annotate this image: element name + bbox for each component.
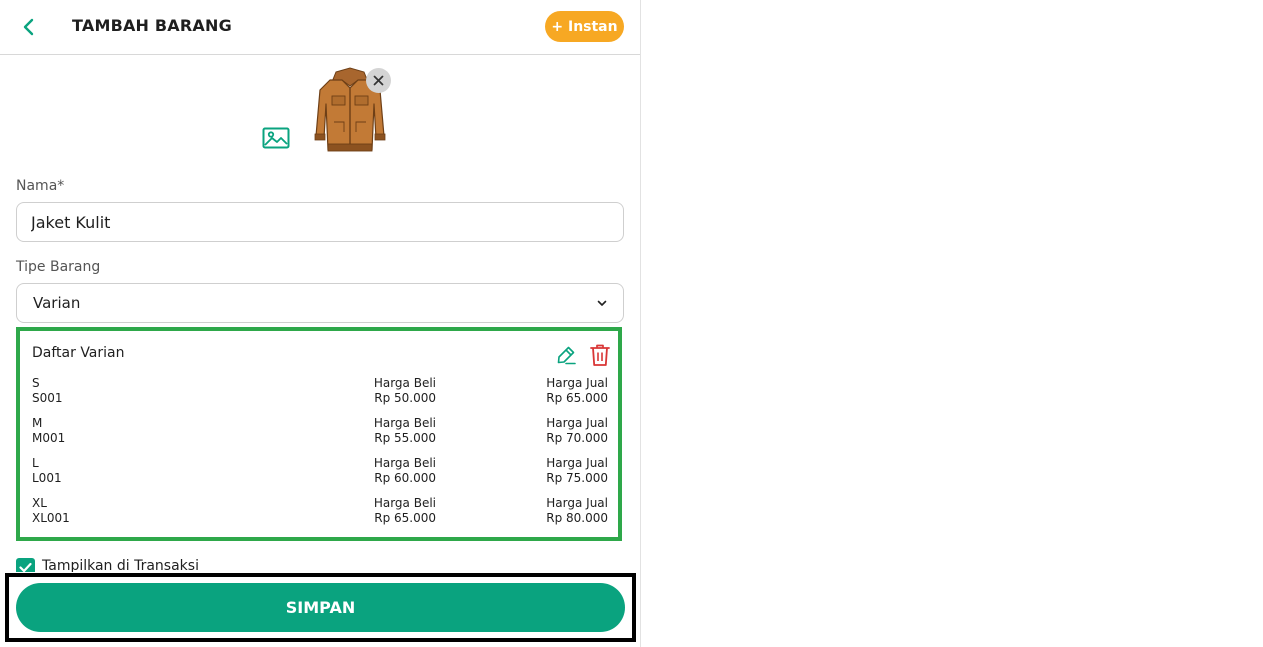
checkmark-icon (19, 562, 32, 572)
app-panel: TAMBAH BARANG + Instan Nama* Tipe Barang… (0, 0, 641, 647)
page-title: TAMBAH BARANG (72, 16, 232, 35)
variant-row[interactable]: XL XL001 Harga Beli Rp 65.000 Harga Jual… (32, 496, 608, 528)
variant-buy-cell: Harga Beli Rp 55.000 (374, 416, 436, 446)
variant-sku: M001 (32, 431, 66, 445)
variant-row[interactable]: M M001 Harga Beli Rp 55.000 Harga Jual R… (32, 416, 608, 448)
item-type-label: Tipe Barang (16, 259, 101, 275)
sell-price-value: Rp 80.000 (546, 511, 608, 525)
variant-list-panel: Daftar Varian S S001 Harga Beli Rp 50.00… (16, 327, 622, 541)
sell-price-label: Harga Jual (546, 496, 608, 510)
name-input[interactable] (16, 202, 624, 242)
chevron-left-icon (23, 18, 34, 36)
buy-price-label: Harga Beli (373, 456, 436, 470)
buy-price-value: Rp 60.000 (374, 471, 436, 485)
name-label: Nama* (16, 178, 65, 194)
variant-sell-cell: Harga Jual Rp 75.000 (546, 456, 608, 486)
item-type-select[interactable]: Varian (16, 283, 624, 323)
variant-buy-cell: Harga Beli Rp 50.000 (374, 376, 436, 406)
variant-sell-cell: Harga Jual Rp 70.000 (546, 416, 608, 446)
variant-name: L (32, 456, 39, 470)
instan-button[interactable]: + Instan (545, 11, 624, 42)
variant-sku: L001 (32, 471, 62, 485)
variant-sell-cell: Harga Jual Rp 80.000 (546, 496, 608, 526)
sell-price-label: Harga Jual (546, 376, 608, 390)
variant-sku: S001 (32, 391, 63, 405)
buy-price-label: Harga Beli (373, 416, 436, 430)
variant-row[interactable]: L L001 Harga Beli Rp 60.000 Harga Jual R… (32, 456, 608, 488)
sell-price-value: Rp 70.000 (546, 431, 608, 445)
variant-name: M (32, 416, 43, 430)
variant-name-cell: M M001 (32, 416, 65, 446)
sell-price-label: Harga Jual (546, 416, 608, 430)
show-in-transaction-label: Tampilkan di Transaksi (42, 558, 199, 572)
buy-price-value: Rp 65.000 (374, 511, 436, 525)
variant-name: XL (32, 496, 47, 510)
header: TAMBAH BARANG + Instan (0, 0, 640, 55)
image-gallery-icon[interactable] (262, 127, 290, 149)
variant-name: S (32, 376, 40, 390)
variant-sell-cell: Harga Jual Rp 65.000 (546, 376, 608, 406)
variant-list-title: Daftar Varian (32, 345, 125, 361)
variant-row[interactable]: S S001 Harga Beli Rp 50.000 Harga Jual R… (32, 376, 608, 408)
variant-sku: XL001 (32, 511, 70, 525)
sell-price-value: Rp 65.000 (546, 391, 608, 405)
buy-price-value: Rp 55.000 (374, 431, 436, 445)
sell-price-label: Harga Jual (546, 456, 608, 470)
sell-price-value: Rp 75.000 (546, 471, 608, 485)
edit-icon[interactable] (555, 344, 577, 366)
save-footer: SIMPAN (5, 573, 636, 642)
save-button[interactable]: SIMPAN (16, 583, 625, 632)
chevron-down-icon (597, 300, 607, 306)
variant-name-cell: L L001 (32, 456, 62, 486)
buy-price-label: Harga Beli (373, 496, 436, 510)
item-type-value: Varian (33, 294, 81, 312)
variant-name-cell: XL XL001 (32, 496, 70, 526)
variant-buy-cell: Harga Beli Rp 60.000 (374, 456, 436, 486)
trash-icon[interactable] (589, 343, 611, 367)
variant-buy-cell: Harga Beli Rp 65.000 (374, 496, 436, 526)
buy-price-label: Harga Beli (373, 376, 436, 390)
close-icon (373, 75, 384, 86)
show-in-transaction-row[interactable]: Tampilkan di Transaksi (16, 558, 316, 572)
back-button[interactable] (16, 14, 42, 40)
buy-price-value: Rp 50.000 (374, 391, 436, 405)
variant-name-cell: S S001 (32, 376, 63, 406)
remove-image-button[interactable] (366, 68, 391, 93)
show-in-transaction-checkbox[interactable] (16, 558, 35, 572)
